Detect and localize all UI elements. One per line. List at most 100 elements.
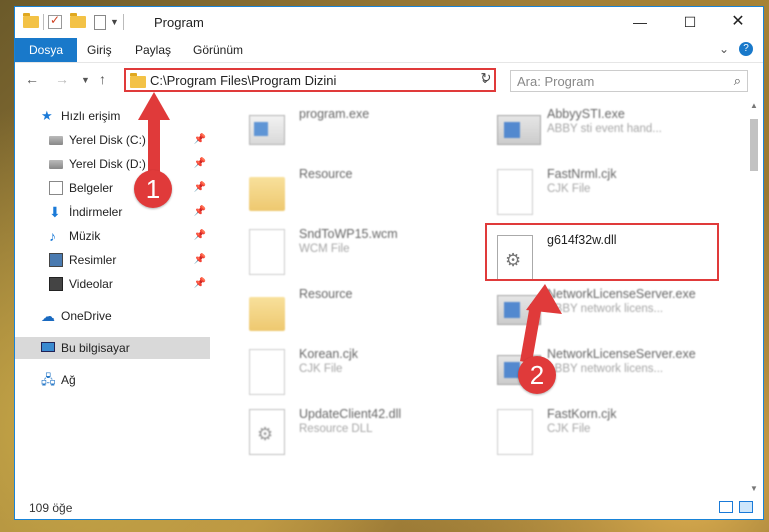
ribbon-tabs: Dosya Giriş Paylaş Görünüm ⌄ ?	[15, 38, 763, 63]
file-icon	[497, 169, 533, 215]
sidebar-item-label: Videolar	[69, 277, 113, 291]
window-title: Program	[154, 15, 204, 30]
sidebar-item-onedrive[interactable]: ☁ OneDrive	[15, 305, 210, 327]
sidebar-item-label: Hızlı erişim	[61, 109, 121, 123]
new-folder-icon[interactable]	[70, 13, 86, 28]
exe-icon	[497, 115, 541, 145]
customize-icon[interactable]	[94, 14, 106, 30]
folder-icon	[249, 297, 285, 331]
help-icon[interactable]: ?	[739, 42, 753, 56]
file-type: WCM File	[299, 243, 350, 255]
exe-icon	[497, 295, 541, 325]
maximize-button[interactable]: ☐	[667, 7, 713, 37]
divider	[122, 14, 124, 30]
sidebar-item-pictures[interactable]: Resimler 📌	[15, 249, 210, 271]
target-file-highlight	[485, 223, 719, 281]
file-list: program.exe Resource SndToWP15.wcm WCM F…	[227, 99, 745, 495]
address-bar[interactable]: C:\Program Files\Program Dizini ⌄	[124, 68, 496, 92]
chevron-down-icon[interactable]: ▼	[110, 17, 119, 27]
sidebar-item-label: İndirmeler	[69, 205, 123, 219]
file-item[interactable]: FastNrml.cjk CJK File	[489, 161, 719, 219]
sidebar-item-documents[interactable]: Belgeler 📌	[15, 177, 210, 199]
close-button[interactable]: ✕	[715, 7, 761, 37]
file-type: ABBY network licens...	[547, 363, 664, 375]
tab-giris[interactable]: Giriş	[87, 38, 112, 62]
music-icon: ♪	[49, 228, 56, 244]
file-type: CJK File	[299, 363, 343, 375]
tab-dosya[interactable]: Dosya	[15, 38, 78, 62]
sidebar-item-videos[interactable]: Videolar 📌	[15, 273, 210, 295]
explorer-window: ▼ Program — ☐ ✕ Dosya Giriş Paylaş Görün…	[14, 6, 764, 520]
step-2-badge: 2	[518, 356, 556, 394]
file-name: Resource	[299, 167, 353, 181]
sidebar-item-music[interactable]: ♪ Müzik 📌	[15, 225, 210, 247]
pin-icon: 📌	[193, 182, 206, 193]
file-name: UpdateClient42.dll	[299, 407, 402, 421]
recent-locations-icon[interactable]: ▼	[81, 75, 90, 85]
sidebar-item-label: Bu bilgisayar	[61, 341, 130, 355]
expand-ribbon-icon[interactable]: ⌄	[719, 42, 729, 56]
file-icon	[249, 229, 285, 275]
file-item[interactable]: AbbyySTI.exe ABBY sti event hand...	[489, 101, 719, 159]
file-name: NetworkLicenseServer.exe	[547, 287, 696, 301]
details-view-icon[interactable]	[719, 501, 733, 513]
large-icons-view-icon[interactable]	[739, 501, 753, 513]
documents-icon	[49, 181, 63, 195]
file-name: FastNrml.cjk	[547, 167, 617, 181]
sidebar-item-label: Belgeler	[69, 181, 114, 195]
pin-icon: 📌	[193, 206, 206, 217]
file-item[interactable]: FastKorn.cjk CJK File	[489, 401, 719, 459]
minimize-button[interactable]: —	[617, 7, 663, 37]
file-item[interactable]: Korean.cjk CJK File	[241, 341, 471, 399]
folder-icon	[130, 73, 146, 88]
back-arrow-icon[interactable]: ←	[25, 71, 39, 87]
properties-icon[interactable]	[48, 13, 62, 29]
tab-gorunum[interactable]: Görünüm	[193, 38, 243, 62]
file-name: program.exe	[299, 107, 370, 121]
file-type: CJK File	[547, 183, 591, 195]
divider	[43, 14, 44, 30]
sidebar-item-local-disk-d[interactable]: Yerel Disk (D:) 📌	[15, 153, 210, 175]
title-bar: ▼ Program — ☐ ✕	[15, 7, 763, 37]
pictures-icon	[49, 253, 63, 267]
file-item[interactable]: program.exe	[241, 101, 471, 159]
sidebar-item-this-pc[interactable]: Bu bilgisayar	[15, 337, 210, 359]
file-item[interactable]: UpdateClient42.dll Resource DLL	[241, 401, 471, 459]
pin-icon: 📌	[193, 158, 206, 169]
sidebar-item-downloads[interactable]: ⬇ İndirmeler 📌	[15, 201, 210, 223]
sidebar-item-label: Resimler	[69, 253, 117, 267]
pin-icon: 📌	[193, 278, 206, 289]
sidebar-item-quick-access[interactable]: ★ Hızlı erişim	[15, 105, 210, 127]
folder-item[interactable]: Resource	[241, 281, 471, 339]
scroll-down-icon[interactable]: ▼	[747, 484, 761, 493]
quick-access-toolbar: ▼	[23, 13, 124, 30]
scroll-up-icon[interactable]: ▲	[747, 101, 761, 110]
status-bar: 109 öğe	[15, 497, 763, 519]
search-input[interactable]: Ara: Program ⌕	[510, 70, 748, 92]
tab-paylas[interactable]: Paylaş	[135, 38, 171, 62]
sidebar-item-label: OneDrive	[61, 309, 112, 323]
pin-icon: 📌	[193, 134, 206, 145]
scroll-thumb[interactable]	[750, 119, 758, 171]
file-item[interactable]: SndToWP15.wcm WCM File	[241, 221, 471, 279]
file-type: CJK File	[547, 423, 591, 435]
star-icon: ★	[41, 108, 53, 123]
file-name: NetworkLicenseServer.exe	[547, 347, 696, 361]
search-placeholder: Ara: Program	[517, 74, 595, 89]
scrollbar[interactable]: ▲ ▼	[747, 99, 761, 495]
address-path: C:\Program Files\Program Dizini	[150, 73, 337, 88]
file-item[interactable]: NetworkLicenseServer.exe ABBY network li…	[489, 281, 719, 339]
sidebar-item-label: Yerel Disk (C:)	[69, 133, 146, 147]
downloads-icon: ⬇	[49, 204, 61, 220]
up-arrow-icon[interactable]: ↑	[99, 71, 106, 87]
refresh-icon[interactable]: ↻	[476, 70, 496, 90]
onedrive-icon: ☁	[41, 308, 55, 324]
file-type: ABBY network licens...	[547, 303, 664, 315]
sidebar-item-local-disk-c[interactable]: Yerel Disk (C:) 📌	[15, 129, 210, 151]
ribbon-controls: ⌄ ?	[719, 42, 753, 56]
drive-icon	[49, 160, 63, 169]
drive-icon	[49, 136, 63, 145]
folder-item[interactable]: Resource	[241, 161, 471, 219]
forward-arrow-icon[interactable]: →	[55, 71, 69, 87]
sidebar-item-network[interactable]: 🖧 Ağ	[15, 369, 210, 391]
